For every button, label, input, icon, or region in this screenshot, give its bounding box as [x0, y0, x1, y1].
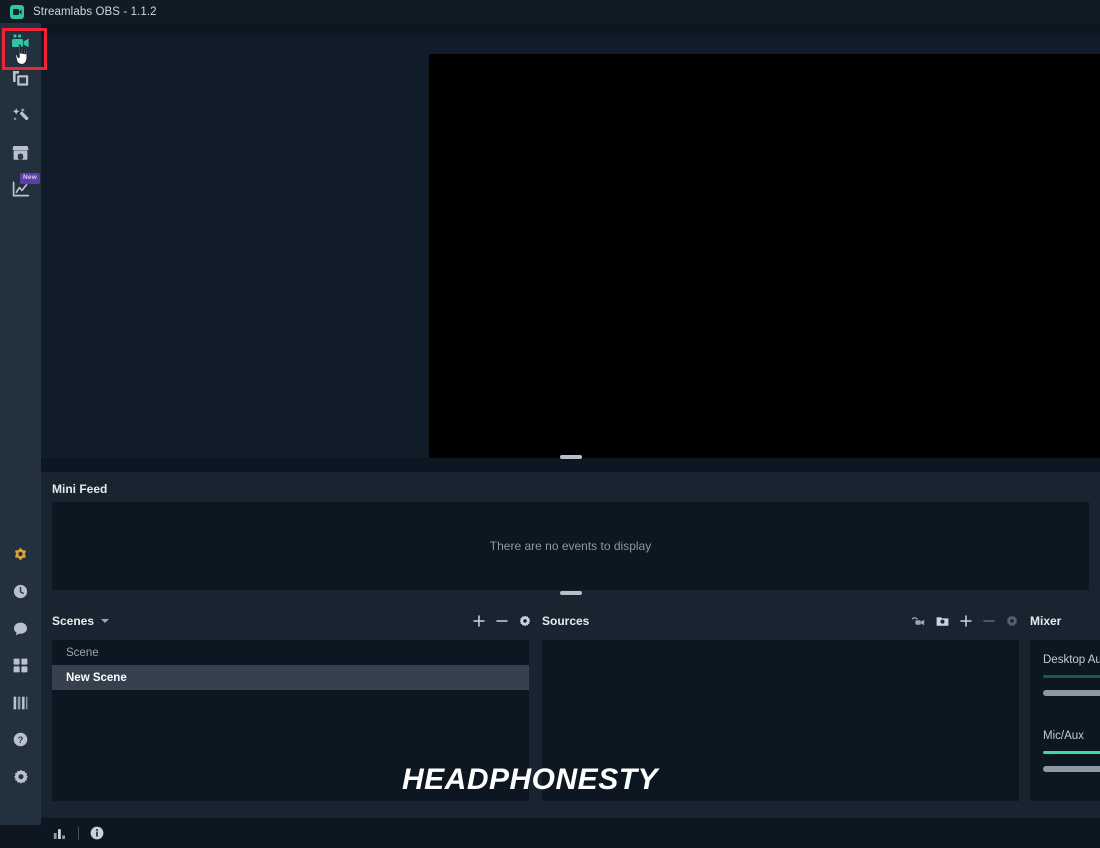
rail-item-prime[interactable]: [0, 536, 41, 573]
mixer-channel-desktop-audio[interactable]: Desktop Aud: [1043, 654, 1100, 696]
rail-item-activity[interactable]: [0, 573, 41, 610]
left-nav-rail: New ?: [0, 23, 41, 825]
mixer-header: Mixer: [1030, 612, 1061, 630]
watermark: HEADPHONESTY: [402, 763, 659, 796]
streamlabs-obs-window: Streamlabs OBS - 1.1.2 New ? Mini Feed T…: [0, 0, 1100, 848]
streamlabs-camera-logo-icon: [10, 4, 24, 19]
layers-copy-icon: [12, 70, 30, 87]
mixer-channel-label: Mic/Aux: [1043, 730, 1084, 742]
scene-list-item-selected[interactable]: New Scene: [52, 665, 529, 690]
rail-item-store[interactable]: [0, 134, 41, 171]
add-scene-button[interactable]: [473, 615, 485, 627]
store-icon: [12, 145, 29, 161]
rail-item-apps[interactable]: [0, 647, 41, 684]
rail-item-dashboard-analytics[interactable]: New: [0, 171, 41, 208]
chat-bubble-icon: [13, 622, 28, 636]
sources-header: Sources: [542, 612, 589, 630]
prime-gem-icon: [13, 547, 28, 562]
drag-handle[interactable]: [559, 591, 582, 595]
svg-text:?: ?: [18, 735, 24, 746]
mixer-channel-label: Desktop Aud: [1043, 654, 1100, 666]
rail-item-help[interactable]: ?: [0, 721, 41, 758]
preview-minifeed-splitter[interactable]: [41, 450, 1100, 464]
drag-handle[interactable]: [559, 455, 582, 459]
main-content: Mini Feed There are no events to display…: [41, 23, 1100, 848]
rail-item-layout-editor[interactable]: [0, 60, 41, 97]
chevron-down-icon[interactable]: [101, 619, 110, 623]
mini-feed-title: Mini Feed: [52, 482, 108, 496]
scenes-header: Scenes: [52, 612, 110, 630]
scene-settings-button[interactable]: [519, 615, 531, 627]
rail-bottom-group: ?: [0, 536, 41, 795]
add-source-button[interactable]: [960, 615, 972, 627]
rail-item-settings[interactable]: [0, 758, 41, 795]
grid-apps-icon: [13, 658, 28, 673]
title-bar: Streamlabs OBS - 1.1.2: [0, 0, 1100, 23]
performance-metrics-icon[interactable]: [53, 827, 67, 840]
rail-item-editor[interactable]: [0, 23, 41, 60]
audio-level-meter: [1043, 675, 1100, 678]
mini-feed-body[interactable]: There are no events to display: [52, 502, 1089, 590]
sources-title: Sources: [542, 614, 590, 628]
preview-canvas[interactable]: [429, 54, 1100, 458]
scenes-title: Scenes: [52, 614, 95, 628]
scene-list-item[interactable]: Scene: [52, 640, 529, 665]
status-divider: [78, 826, 79, 840]
rail-top-group: New: [0, 23, 41, 208]
mini-feed-panel: Mini Feed There are no events to display: [41, 472, 1100, 600]
mixer-channel-mic-aux[interactable]: Mic/Aux: [1043, 730, 1100, 772]
gear-icon: [13, 769, 29, 785]
help-circle-icon: ?: [13, 732, 28, 747]
minifeed-dock-splitter[interactable]: [41, 586, 1100, 600]
columns-layout-icon: [13, 696, 28, 710]
mixer-title: Mixer: [1030, 614, 1062, 628]
webcam-icon[interactable]: [911, 616, 925, 627]
image-folder-icon[interactable]: [936, 615, 949, 627]
rail-item-chat[interactable]: [0, 610, 41, 647]
chart-line-icon: [12, 181, 30, 198]
volume-slider[interactable]: [1043, 766, 1100, 772]
status-bar: [41, 818, 1100, 848]
source-settings-button[interactable]: [1006, 615, 1018, 627]
info-circle-icon[interactable]: [90, 826, 104, 840]
audio-level-meter: [1043, 751, 1100, 754]
new-badge: New: [20, 173, 40, 184]
mixer-list[interactable]: Desktop Aud Mic/Aux: [1030, 640, 1100, 801]
rail-item-layout[interactable]: [0, 684, 41, 721]
remove-scene-button[interactable]: [496, 615, 508, 627]
stream-preview-area[interactable]: [41, 36, 1100, 458]
mini-feed-empty-message: There are no events to display: [489, 539, 652, 553]
video-camera-icon: [11, 34, 30, 49]
magic-wand-icon: [12, 107, 30, 125]
sources-toolbar: [911, 612, 1018, 630]
volume-slider[interactable]: [1043, 690, 1100, 696]
clock-icon: [13, 584, 28, 599]
remove-source-button[interactable]: [983, 615, 995, 627]
app-title: Streamlabs OBS - 1.1.2: [33, 5, 157, 18]
scenes-toolbar: [473, 612, 531, 630]
rail-item-themes[interactable]: [0, 97, 41, 134]
